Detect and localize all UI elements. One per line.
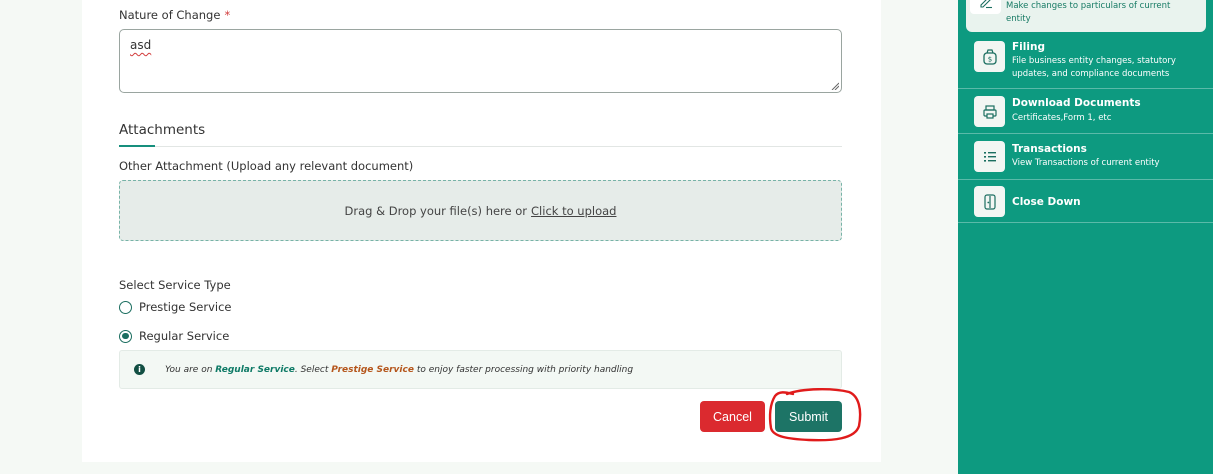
section-divider <box>119 146 842 147</box>
info-icon: i <box>134 364 145 375</box>
svg-text:$: $ <box>987 55 991 63</box>
submit-button[interactable]: Submit <box>775 401 842 432</box>
service-info-banner: i You are on Regular Service. Select Pre… <box>119 350 842 389</box>
sidebar-item-description: Make changes to particulars of current e… <box>1006 1 1171 24</box>
sidebar-item-title: Transactions <box>1012 143 1087 155</box>
sidebar-item-close-down[interactable]: Close Down <box>958 181 1213 223</box>
textarea-value: asd <box>130 38 152 52</box>
money-bag-icon: $ <box>974 41 1005 72</box>
sidebar-menu: $ Filing File business entity changes, s… <box>958 0 1213 474</box>
service-option-prestige[interactable]: Prestige Service <box>119 300 232 314</box>
sidebar-item-description: View Transactions of current entity <box>1012 158 1160 168</box>
info-current-service: Regular Service <box>215 364 295 375</box>
list-icon <box>974 141 1005 172</box>
sidebar-item-title: Close Down <box>1012 196 1081 208</box>
sidebar-item-transactions[interactable]: Transactions View Transactions of curren… <box>958 135 1213 180</box>
door-exit-icon <box>974 186 1005 217</box>
nature-of-change-label: Nature of Change * <box>119 8 231 22</box>
edit-icon <box>970 0 1001 14</box>
cancel-button[interactable]: Cancel <box>700 401 765 432</box>
click-to-upload-link[interactable]: Click to upload <box>531 204 616 218</box>
sidebar-item-title: Filing <box>1012 41 1045 53</box>
service-type-label: Select Service Type <box>119 278 231 292</box>
regular-option-label: Regular Service <box>139 329 230 343</box>
other-attachment-label: Other Attachment (Upload any relevant do… <box>119 159 414 173</box>
sidebar-item-filing[interactable]: $ Filing File business entity changes, s… <box>958 33 1213 89</box>
sidebar-item-description: File business entity changes, statutory … <box>1012 56 1176 79</box>
sidebar-item-change-particulars[interactable]: Make changes to particulars of current e… <box>966 0 1206 32</box>
attachments-heading: Attachments <box>119 122 206 138</box>
nature-of-change-textarea[interactable]: asd <box>119 29 842 93</box>
radio-regular[interactable] <box>119 329 132 343</box>
dropzone-text: Drag & Drop your file(s) here or <box>344 203 528 218</box>
resize-grip-icon[interactable] <box>831 82 839 90</box>
info-upgrade-service: Prestige Service <box>331 364 414 375</box>
service-option-regular[interactable]: Regular Service <box>119 329 229 343</box>
prestige-option-label: Prestige Service <box>139 300 232 314</box>
printer-icon <box>974 96 1005 127</box>
required-asterisk: * <box>224 8 231 22</box>
sidebar-item-description: Certificates,Form 1, etc <box>1012 113 1112 123</box>
radio-prestige[interactable] <box>119 300 132 314</box>
sidebar-item-title: Download Documents <box>1012 97 1141 109</box>
file-dropzone[interactable]: Drag & Drop your file(s) here or Click t… <box>119 180 842 241</box>
sidebar-item-download-documents[interactable]: Download Documents Certificates,Form 1, … <box>958 90 1213 134</box>
info-text: You are on Regular Service. Select Prest… <box>165 364 634 375</box>
section-accent-bar <box>119 145 155 147</box>
